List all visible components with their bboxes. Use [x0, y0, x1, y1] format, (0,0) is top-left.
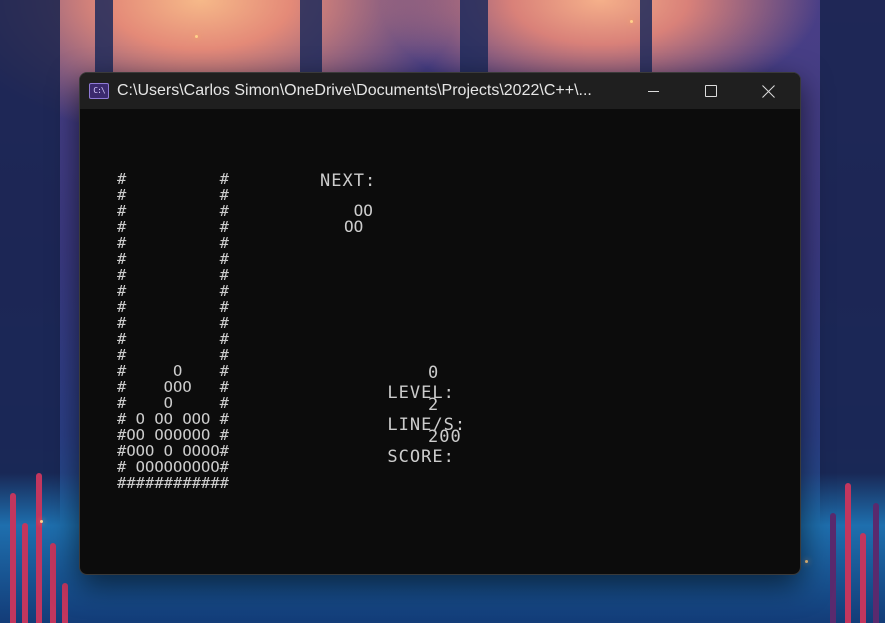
- board-row: # #: [117, 170, 229, 188]
- console-app-icon: C:\: [89, 83, 109, 99]
- board-row: # #: [117, 330, 229, 348]
- close-icon: [762, 84, 776, 98]
- console-window: C:\ C:\Users\Carlos Simon\OneDrive\Docum…: [79, 72, 801, 575]
- board-row: #OO OOOOOO #: [117, 426, 229, 444]
- next-piece-preview: OO OO: [344, 203, 373, 235]
- close-button[interactable]: [740, 73, 798, 109]
- maximize-button[interactable]: [682, 73, 740, 109]
- title-bar[interactable]: C:\ C:\Users\Carlos Simon\OneDrive\Docum…: [80, 73, 800, 109]
- next-label: NEXT:: [320, 171, 377, 191]
- board-row: # #: [117, 250, 229, 268]
- board-row: # #: [117, 282, 229, 300]
- score-stat: SCORE: 200: [320, 427, 460, 507]
- score-value: 200: [428, 427, 462, 447]
- minimize-button[interactable]: [624, 73, 682, 109]
- board-row: # OOOOOOOOO#: [117, 458, 229, 476]
- minimize-icon: [647, 90, 659, 92]
- maximize-icon: [705, 85, 717, 97]
- level-value: 0: [428, 363, 440, 383]
- tetris-board: # # # # # # # # # # # # # # # # # # # # # # # # # O …: [117, 171, 229, 491]
- board-row: # #: [117, 314, 229, 332]
- board-row: # #: [117, 202, 229, 220]
- console-output: # # # # # # # # # # # # # # # # # # # # # # # # # O …: [80, 109, 800, 574]
- board-row: # #: [117, 298, 229, 316]
- next-piece-row: OO: [344, 217, 364, 236]
- window-title: C:\Users\Carlos Simon\OneDrive\Documents…: [117, 82, 592, 99]
- board-row: # O #: [117, 394, 229, 412]
- board-row: # #: [117, 218, 229, 236]
- board-row: # #: [117, 186, 229, 204]
- board-row: # O #: [117, 362, 229, 380]
- lines-value: 2: [428, 395, 440, 415]
- board-row: # O OO OOO #: [117, 410, 229, 428]
- board-row: # #: [117, 234, 229, 252]
- board-row: # #: [117, 266, 229, 284]
- board-row: #OOO O OOOO#: [117, 442, 229, 460]
- board-row: ############: [117, 474, 229, 492]
- board-row: # #: [117, 346, 229, 364]
- score-label: SCORE:: [387, 447, 455, 467]
- board-row: # OOO #: [117, 378, 229, 396]
